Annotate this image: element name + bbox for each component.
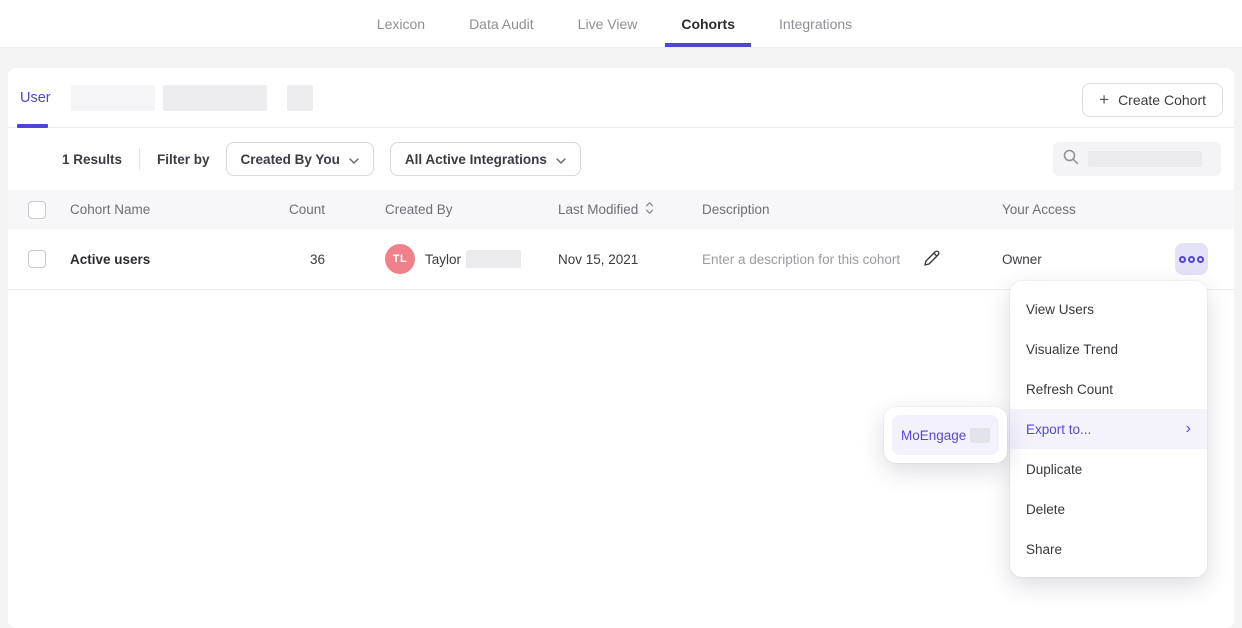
header-last-modified-label: Last Modified [558,202,638,217]
access-value: Owner [1002,252,1112,267]
tab-user-label: User [20,90,51,106]
nav-item-cohorts[interactable]: Cohorts [659,0,757,47]
row-actions-button[interactable] [1175,243,1208,275]
header-cohort-name[interactable]: Cohort Name [70,202,268,217]
submenu-item-moengage[interactable]: MoEngage [892,415,999,455]
pencil-icon [922,248,942,271]
nav-item-label: Integrations [779,16,852,32]
redacted-submenu-text [970,428,990,443]
dot-icon [1197,256,1204,263]
sort-icon[interactable] [645,201,654,218]
menu-item-refresh-count[interactable]: Refresh Count [1010,369,1207,409]
search-input[interactable] [1053,142,1221,176]
header-description[interactable]: Description [702,202,1002,217]
export-submenu: MoEngage [884,407,1007,463]
header-last-modified[interactable]: Last Modified [558,201,702,218]
created-by-name: Taylor [425,252,461,267]
description-field[interactable]: Enter a description for this cohort [702,252,900,267]
results-count: 1 Results [62,152,122,167]
menu-item-export-label: Export to... [1026,422,1091,437]
divider [139,148,140,170]
redacted-last-name [466,250,521,268]
chevron-down-icon [349,152,359,167]
redacted-tab [163,85,267,111]
nav-item-live-view[interactable]: Live View [556,0,660,47]
filter-toolbar: 1 Results Filter by Created By You All A… [8,128,1234,190]
cohort-type-tabs: User + Create Cohort [8,68,1234,128]
integrations-dropdown-value: All Active Integrations [405,152,547,167]
chevron-down-icon [556,152,566,167]
header-created-by[interactable]: Created By [325,202,558,217]
menu-item-duplicate[interactable]: Duplicate [1010,449,1207,489]
filter-by-label: Filter by [157,152,210,167]
chevron-right-icon: › [1186,421,1191,437]
nav-item-label: Cohorts [681,16,735,32]
redacted-search-text [1088,151,1202,167]
tab-user[interactable]: User [18,68,53,128]
table-header: Cohort Name Count Created By Last Modifi… [8,190,1234,229]
nav-item-integrations[interactable]: Integrations [757,0,874,47]
nav-item-label: Live View [578,16,638,32]
dot-icon [1179,256,1186,263]
header-your-access[interactable]: Your Access [1002,202,1112,217]
redacted-tab [287,85,313,111]
last-modified-date: Nov 15, 2021 [558,252,702,267]
menu-item-view-users[interactable]: View Users [1010,289,1207,329]
submenu-item-label: MoEngage [901,428,966,443]
header-count[interactable]: Count [268,202,325,217]
row-context-menu: View Users Visualize Trend Refresh Count… [1010,281,1207,577]
redacted-tab [71,85,155,111]
edit-description-button[interactable] [922,248,942,271]
cohort-name-link[interactable]: Active users [70,252,150,267]
select-all-checkbox[interactable] [28,201,46,219]
menu-item-export-to[interactable]: Export to... › [1010,409,1207,449]
dot-icon [1188,256,1195,263]
plus-icon: + [1099,91,1109,108]
search-icon [1062,148,1080,171]
row-checkbox[interactable] [28,250,46,268]
menu-item-share[interactable]: Share [1010,529,1207,569]
created-by-dropdown[interactable]: Created By You [226,142,374,176]
nav-item-label: Lexicon [377,16,425,32]
menu-item-delete[interactable]: Delete [1010,489,1207,529]
nav-item-lexicon[interactable]: Lexicon [355,0,447,47]
integrations-dropdown[interactable]: All Active Integrations [390,142,581,176]
nav-item-data-audit[interactable]: Data Audit [447,0,556,47]
avatar: TL [385,244,415,274]
menu-item-visualize-trend[interactable]: Visualize Trend [1010,329,1207,369]
cohort-count: 36 [268,252,325,267]
nav-item-label: Data Audit [469,16,534,32]
created-by-dropdown-value: Created By You [241,152,340,167]
create-cohort-button[interactable]: + Create Cohort [1082,83,1223,117]
create-cohort-label: Create Cohort [1118,92,1206,108]
top-navigation: Lexicon Data Audit Live View Cohorts Int… [0,0,1242,48]
